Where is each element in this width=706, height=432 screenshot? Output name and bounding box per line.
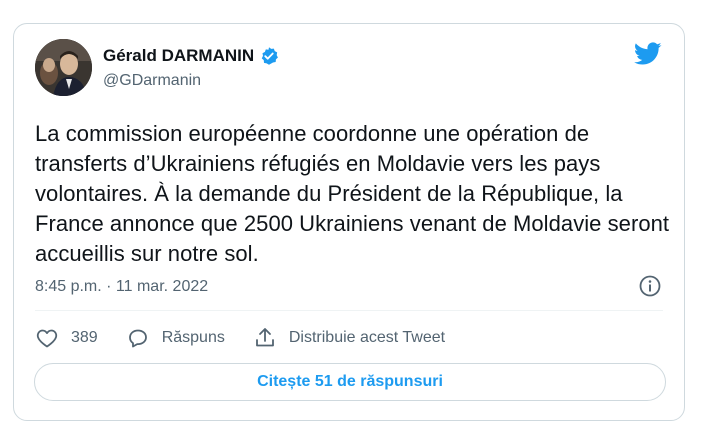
reply-button[interactable]: Răspuns [126,326,225,350]
tweet-actions: 389 Răspuns Distribuie acest Tweet [35,326,473,350]
tweet-text: La commission européenne coordonne une o… [35,121,670,266]
info-icon[interactable] [638,274,662,298]
divider [35,310,663,311]
heart-icon [36,329,58,348]
author-name[interactable]: Gérald DARMANIN [103,46,254,66]
reply-label: Răspuns [161,329,225,346]
verified-badge-icon [259,46,279,66]
speech-bubble-icon [128,329,147,348]
twitter-bird-icon[interactable] [634,42,662,66]
avatar[interactable] [35,39,92,96]
tweet-card: Gérald DARMANIN @GDarmanin La commission… [13,23,685,421]
author-handle[interactable]: @GDarmanin [103,72,201,90]
tweet-timestamp[interactable]: 8:45 p.m. · 11 mar. 2022 [35,278,208,296]
author-name-row[interactable]: Gérald DARMANIN [103,46,279,66]
share-label: Distribuie acest Tweet [288,329,446,346]
like-count: 389 [71,329,98,346]
share-button[interactable]: Distribuie acest Tweet [253,326,445,350]
like-button[interactable]: 389 [35,326,98,350]
read-replies-button[interactable]: Citește 51 de răspunsuri [34,363,666,401]
share-upload-icon [255,328,274,347]
